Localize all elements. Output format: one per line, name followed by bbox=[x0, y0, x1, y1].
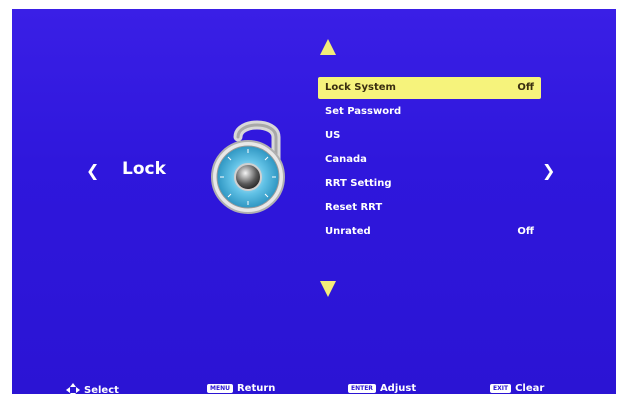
right-arrow-icon[interactable]: ❯ bbox=[542, 161, 555, 180]
menu-key-icon: MENU bbox=[207, 384, 233, 393]
menu-item-unrated[interactable]: Unrated Off bbox=[318, 221, 541, 243]
menu-item-rrt-setting[interactable]: RRT Setting bbox=[318, 173, 541, 195]
hint-select: Select bbox=[66, 383, 119, 394]
menu-item-label: Unrated bbox=[325, 226, 371, 237]
menu-item-us[interactable]: US bbox=[318, 125, 541, 147]
menu-item-set-password[interactable]: Set Password bbox=[318, 101, 541, 123]
menu-item-label: Set Password bbox=[325, 106, 402, 117]
hint-label: Select bbox=[84, 384, 119, 395]
left-arrow-icon[interactable]: ❮ bbox=[86, 161, 99, 180]
footer-hints: Select MENU Return ENTER Adjust EXIT Cle… bbox=[12, 383, 616, 394]
exit-key-icon: EXIT bbox=[490, 384, 512, 393]
menu-item-label: Lock System bbox=[325, 82, 396, 93]
tv-screen: ❮ Lock Lock System Off Set Password US C… bbox=[12, 9, 616, 394]
menu-item-label: Reset RRT bbox=[325, 202, 383, 213]
dpad-icon bbox=[66, 383, 80, 394]
lock-menu: Lock System Off Set Password US Canada R… bbox=[318, 77, 541, 245]
hint-clear: EXIT Clear bbox=[490, 383, 544, 394]
hint-adjust: ENTER Adjust bbox=[348, 383, 416, 394]
page-title: Lock bbox=[122, 159, 166, 179]
enter-key-icon: ENTER bbox=[348, 384, 376, 393]
menu-item-value: Off bbox=[517, 82, 534, 93]
arrow-down-icon[interactable] bbox=[320, 281, 336, 297]
hint-label: Return bbox=[236, 383, 276, 394]
menu-item-canada[interactable]: Canada bbox=[318, 149, 541, 171]
hint-label: Clear bbox=[515, 383, 545, 394]
menu-item-reset-rrt[interactable]: Reset RRT bbox=[318, 197, 541, 219]
arrow-up-icon[interactable] bbox=[320, 39, 336, 55]
menu-item-value: Off bbox=[517, 226, 534, 237]
hint-label: Adjust bbox=[379, 383, 417, 394]
hint-return: MENU Return bbox=[207, 383, 275, 394]
menu-item-label: US bbox=[325, 130, 341, 141]
menu-item-label: RRT Setting bbox=[325, 178, 392, 189]
menu-item-label: Canada bbox=[325, 154, 367, 165]
lock-icon bbox=[211, 120, 285, 214]
menu-item-lock-system[interactable]: Lock System Off bbox=[318, 77, 541, 99]
